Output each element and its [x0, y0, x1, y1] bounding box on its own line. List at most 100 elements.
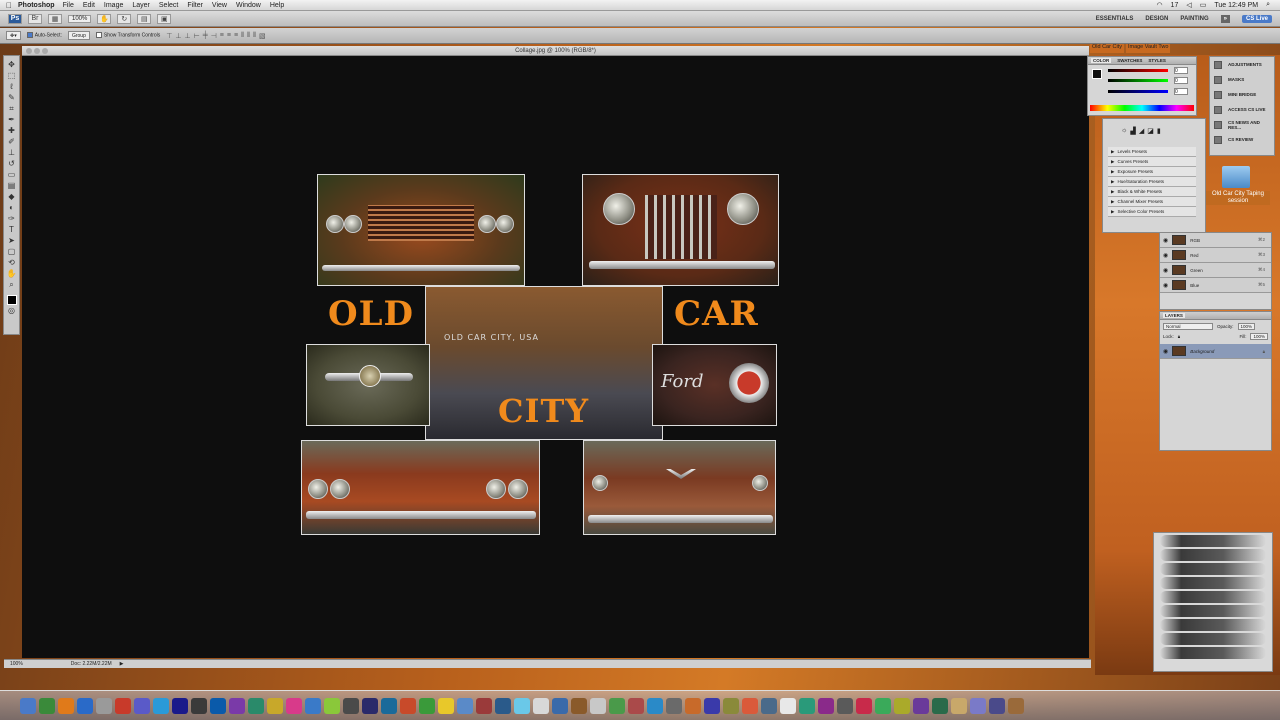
rotate-view-icon[interactable]: ↻ — [117, 13, 132, 24]
screen-mode-icon[interactable]: ▣ — [157, 13, 172, 24]
brush-preset[interactable] — [1160, 549, 1266, 561]
dock-app-icon[interactable] — [666, 697, 682, 714]
fill-value[interactable]: 100% — [1250, 333, 1268, 340]
dock-app-icon[interactable] — [913, 697, 929, 714]
brush-preset[interactable] — [1160, 633, 1266, 645]
color-spectrum[interactable] — [1090, 105, 1194, 111]
dock-app-icon[interactable] — [837, 697, 853, 714]
blend-mode-select[interactable]: Normal — [1163, 323, 1213, 330]
dock-app-icon[interactable] — [495, 697, 511, 714]
preset-channel-mixer[interactable]: ▶ Channel Mixer Presets — [1108, 197, 1196, 207]
dock-app-icon[interactable] — [894, 697, 910, 714]
dock-app-icon[interactable] — [761, 697, 777, 714]
dock-app-icon[interactable] — [533, 697, 549, 714]
bridge-icon[interactable]: Br — [28, 13, 42, 24]
distribute-right-icon[interactable]: ⫴ — [253, 32, 256, 40]
dock-app-icon[interactable] — [704, 697, 720, 714]
history-brush-icon[interactable]: ↺ — [6, 159, 18, 169]
eraser-tool-icon[interactable]: ▭ — [6, 170, 18, 180]
marquee-tool-icon[interactable]: ⬚ — [6, 71, 18, 81]
path-select-icon[interactable]: ➤ — [6, 236, 18, 246]
healing-brush-icon[interactable]: ✚ — [6, 126, 18, 136]
dock-app-icon[interactable] — [799, 697, 815, 714]
align-right-icon[interactable]: ⊣ — [211, 32, 217, 40]
dock-app-icon[interactable] — [191, 697, 207, 714]
workspace-design[interactable]: DESIGN — [1145, 16, 1168, 22]
dock-app-icon[interactable] — [400, 697, 416, 714]
document-title-bar[interactable]: Collage.jpg @ 100% (RGB/8*) — [22, 46, 1089, 56]
dock-app-icon[interactable] — [875, 697, 891, 714]
dock-app-icon[interactable] — [590, 697, 606, 714]
dock-app-icon[interactable] — [248, 697, 264, 714]
desktop-folder-label[interactable]: Old Car City Taping session — [1206, 191, 1270, 205]
fg-color-swatch[interactable] — [1092, 69, 1102, 79]
dock-app-icon[interactable] — [210, 697, 226, 714]
lock-icon[interactable]: 🔒︎ — [1178, 334, 1180, 339]
opacity-value[interactable]: 100% — [1237, 323, 1256, 330]
layers-tab-label[interactable]: LAYERS — [1163, 313, 1185, 318]
crop-tool-icon[interactable]: ⌗ — [6, 104, 18, 114]
close-window-icon[interactable] — [26, 48, 32, 54]
distribute-bottom-icon[interactable]: ≡ — [234, 32, 238, 40]
dock-app-icon[interactable] — [1008, 697, 1024, 714]
tab-old-car-city[interactable]: Old Car City — [1090, 44, 1124, 53]
spotlight-icon[interactable]: ⌕ — [1266, 1, 1270, 9]
dock-app-icon[interactable] — [343, 697, 359, 714]
notification-count[interactable]: 17 — [1171, 2, 1179, 9]
workspace-painting[interactable]: PAINTING — [1180, 16, 1208, 22]
brush-preset[interactable] — [1160, 605, 1266, 617]
dock-app-icon[interactable] — [305, 697, 321, 714]
levels-icon[interactable]: ▟ — [1130, 127, 1135, 135]
brush-preset[interactable] — [1160, 563, 1266, 575]
dock-adjustments[interactable]: ADJUSTMENTS — [1210, 57, 1274, 72]
dock-app-icon[interactable] — [381, 697, 397, 714]
distribute-vcenter-icon[interactable]: ≡ — [227, 32, 231, 40]
brush-preset[interactable] — [1160, 619, 1266, 631]
clone-stamp-icon[interactable]: ⊥ — [6, 148, 18, 158]
dock-app-icon[interactable] — [77, 697, 93, 714]
distribute-top-icon[interactable]: ≡ — [220, 32, 224, 40]
dock-app-icon[interactable] — [552, 697, 568, 714]
hand-tool-side-icon[interactable]: ✋ — [6, 269, 18, 279]
dock-app-icon[interactable] — [685, 697, 701, 714]
lasso-tool-icon[interactable]: ℓ — [6, 82, 18, 92]
zoom-level-select[interactable]: 100% — [68, 14, 92, 23]
auto-align-icon[interactable]: ▧ — [259, 32, 266, 40]
dock-app-icon[interactable] — [115, 697, 131, 714]
menu-view[interactable]: View — [212, 2, 227, 9]
gradient-tool-icon[interactable]: ▤ — [6, 181, 18, 191]
menu-layer[interactable]: Layer — [132, 2, 150, 9]
tab-color[interactable]: COLOR — [1091, 58, 1112, 63]
align-left-icon[interactable]: ⊢ — [194, 32, 200, 40]
green-value[interactable]: 0 — [1174, 77, 1188, 84]
volume-icon[interactable]: ◁ — [1186, 1, 1191, 9]
dock-app-icon[interactable] — [324, 697, 340, 714]
brush-preset[interactable] — [1160, 647, 1266, 659]
curves-icon[interactable]: ◢ — [1139, 127, 1144, 135]
move-tool-preset-icon[interactable]: ✥▾ — [6, 31, 21, 40]
channel-blue[interactable]: ◉ Blue ⌘5 — [1160, 278, 1271, 293]
menu-select[interactable]: Select — [159, 2, 178, 9]
red-slider[interactable] — [1108, 69, 1168, 72]
status-doc-size[interactable]: Doc: 2.22M/2.22M — [71, 661, 112, 667]
dock-app-icon[interactable] — [172, 697, 188, 714]
foreground-color-swatch[interactable] — [6, 295, 17, 305]
channel-rgb[interactable]: ◉ RGB ⌘2 — [1160, 233, 1271, 248]
app-menu[interactable]: Photoshop — [18, 2, 55, 9]
blur-tool-icon[interactable]: ◆ — [6, 192, 18, 202]
menu-help[interactable]: Help — [270, 2, 284, 9]
align-bottom-icon[interactable]: ⊥ — [185, 32, 191, 40]
tab-styles[interactable]: STYLES — [1148, 58, 1166, 63]
menu-window[interactable]: Window — [236, 2, 261, 9]
dock-app-icon[interactable] — [970, 697, 986, 714]
dock-app-icon[interactable] — [476, 697, 492, 714]
show-transform-checkbox[interactable]: Show Transform Controls — [95, 32, 160, 39]
dock-app-icon[interactable] — [134, 697, 150, 714]
pen-tool-icon[interactable]: ✑ — [6, 214, 18, 224]
menu-image[interactable]: Image — [104, 2, 123, 9]
cs-live-button[interactable]: CS Live — [1241, 14, 1272, 23]
preset-levels[interactable]: ▶ Levels Presets — [1108, 147, 1196, 157]
preset-curves[interactable]: ▶ Curves Presets — [1108, 157, 1196, 167]
align-top-icon[interactable]: ⊤ — [166, 32, 172, 40]
menu-edit[interactable]: Edit — [83, 2, 95, 9]
